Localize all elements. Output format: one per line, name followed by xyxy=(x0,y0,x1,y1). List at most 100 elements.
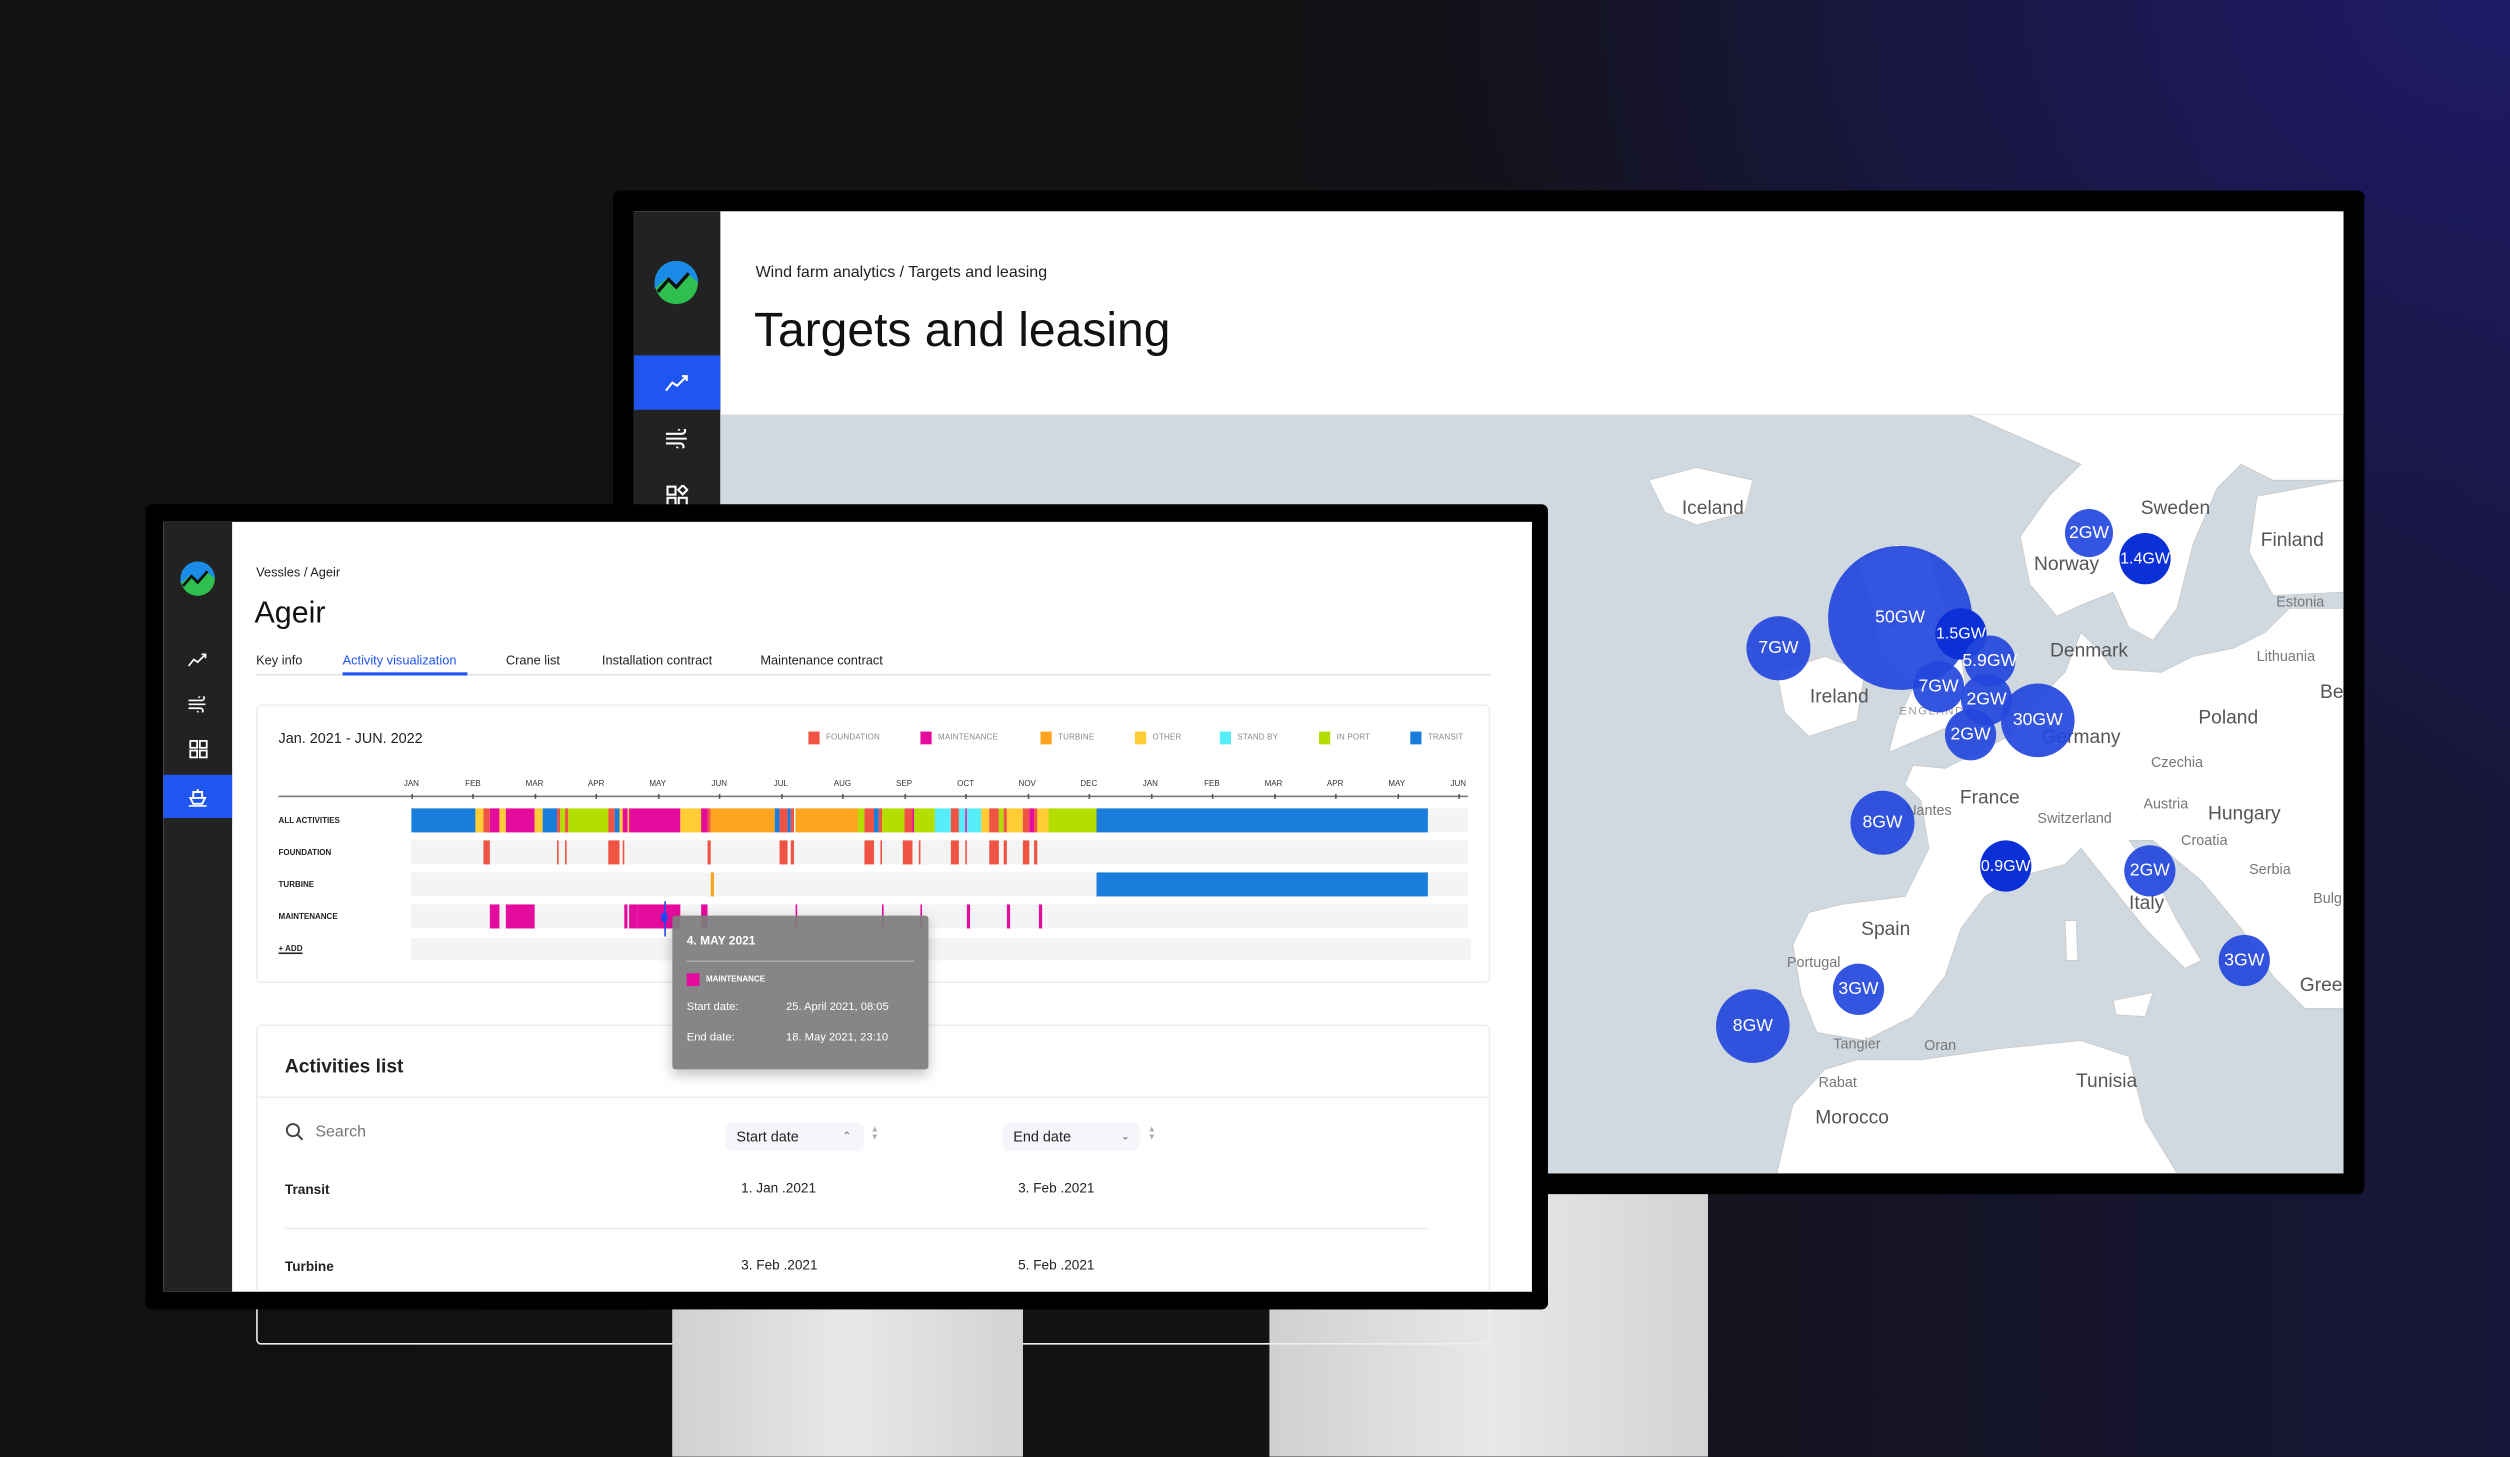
activity-bar-other[interactable] xyxy=(981,808,990,833)
activity-bar-turbine[interactable] xyxy=(794,808,859,833)
activity-bar-other[interactable] xyxy=(1007,808,1024,833)
activity-row-name[interactable]: Turbine xyxy=(285,1258,334,1274)
app-logo[interactable] xyxy=(653,259,699,305)
nav-analytics-icon[interactable] xyxy=(163,640,232,678)
nav-wind-icon[interactable] xyxy=(163,685,232,723)
activity-bar-turbine[interactable] xyxy=(711,872,714,897)
nav-vessel-icon[interactable] xyxy=(163,774,233,818)
activity-bar-foundation[interactable] xyxy=(564,840,567,865)
nav-wind-icon[interactable] xyxy=(634,413,720,464)
add-row-link[interactable]: + ADD xyxy=(279,944,303,954)
timeline-row-maintenance[interactable] xyxy=(411,904,1468,929)
activity-bar-foundation[interactable] xyxy=(880,840,883,865)
activity-bar-foundation[interactable] xyxy=(864,808,875,833)
capacity-bubble[interactable]: 2GW xyxy=(2064,509,2114,558)
search-input[interactable] xyxy=(312,1120,639,1145)
tab-maintenance-contract[interactable]: Maintenance contract xyxy=(760,653,882,667)
legend-item-foundation[interactable]: FOUNDATION xyxy=(808,731,880,745)
activity-bar-maintenance[interactable] xyxy=(490,904,500,929)
legend-item-standby[interactable]: STAND BY xyxy=(1219,731,1278,745)
activity-bar-foundation[interactable] xyxy=(1033,840,1038,865)
activity-bar-foundation[interactable] xyxy=(556,840,559,865)
app-logo[interactable] xyxy=(179,560,216,597)
start-date-sort-button[interactable]: Start date ⌃ xyxy=(725,1122,865,1151)
activity-bar-maintenance[interactable] xyxy=(490,808,500,833)
activity-bar-inport[interactable] xyxy=(568,808,609,833)
activity-bar-standby[interactable] xyxy=(934,808,952,833)
activity-bar-foundation[interactable] xyxy=(904,808,913,833)
activity-bar-maintenance[interactable] xyxy=(628,808,680,833)
breadcrumb[interactable]: Wind farm analytics / Targets and leasin… xyxy=(756,264,1048,282)
activity-bar-foundation[interactable] xyxy=(989,840,1000,865)
tab-crane-list[interactable]: Crane list xyxy=(506,653,560,667)
capacity-bubble[interactable]: 8GW xyxy=(1716,989,1790,1063)
timeline-cursor-handle[interactable] xyxy=(661,912,668,923)
activity-bar-foundation[interactable] xyxy=(902,840,913,865)
capacity-bubble[interactable]: 3GW xyxy=(2218,934,2270,987)
activity-bar-foundation[interactable] xyxy=(707,840,712,865)
legend-item-transit[interactable]: TRANSIT xyxy=(1410,731,1463,745)
activity-bar-foundation[interactable] xyxy=(1023,840,1030,865)
activity-bar-foundation[interactable] xyxy=(951,808,960,833)
capacity-bubble[interactable]: 2GW xyxy=(1944,709,1997,761)
activity-bar-transit[interactable] xyxy=(411,808,476,833)
end-date-sort-button[interactable]: End date ⌄ xyxy=(1002,1122,1140,1151)
capacity-bubble[interactable]: 7GW xyxy=(1746,616,1811,681)
activity-bar-inport[interactable] xyxy=(882,808,905,833)
activity-bar-maintenance[interactable] xyxy=(628,904,638,929)
activity-bar-other[interactable] xyxy=(534,808,543,833)
activity-bar-other[interactable] xyxy=(475,808,484,833)
activity-bar-foundation[interactable] xyxy=(918,840,921,865)
capacity-bubble[interactable]: 0.9GW xyxy=(1980,840,2032,892)
activity-bar-inport[interactable] xyxy=(1047,808,1097,833)
activity-bar-maintenance[interactable] xyxy=(1039,904,1042,929)
add-row-track[interactable] xyxy=(411,938,1472,961)
search-icon[interactable] xyxy=(285,1121,304,1150)
activity-bar-other[interactable] xyxy=(499,808,506,833)
sort-icon[interactable]: ▴ ▾ xyxy=(1149,1125,1154,1143)
capacity-bubble[interactable]: 8GW xyxy=(1850,790,1915,855)
activity-bar-foundation[interactable] xyxy=(951,840,960,865)
activity-bar-foundation[interactable] xyxy=(989,808,1000,833)
activity-bar-foundation[interactable] xyxy=(622,840,625,865)
activity-bar-other[interactable] xyxy=(1037,808,1048,833)
breadcrumb[interactable]: Vessles / Ageir xyxy=(256,565,340,579)
capacity-bubble[interactable]: 7GW xyxy=(1912,661,1965,713)
legend-item-turbine[interactable]: TURBINE xyxy=(1040,731,1095,745)
activity-row-name[interactable]: Transit xyxy=(285,1181,330,1197)
activity-bar-transit[interactable] xyxy=(542,808,557,833)
activity-bar-foundation[interactable] xyxy=(778,808,787,833)
tab-activity-visualization[interactable]: Activity visualization xyxy=(343,653,457,667)
timeline-row-foundation[interactable] xyxy=(411,840,1468,865)
activity-bar-standby[interactable] xyxy=(967,808,982,833)
sort-icon[interactable]: ▴ ▾ xyxy=(872,1125,877,1143)
activity-bar-maintenance[interactable] xyxy=(1007,904,1010,929)
tab-installation-contract[interactable]: Installation contract xyxy=(602,653,712,667)
activity-bar-transit[interactable] xyxy=(1096,872,1429,897)
activity-bar-foundation[interactable] xyxy=(483,840,491,865)
activity-bar-other[interactable] xyxy=(679,808,702,833)
capacity-bubble[interactable]: 1.4GW xyxy=(2119,533,2171,585)
capacity-bubble[interactable]: 30GW xyxy=(2000,683,2075,758)
activity-bar-foundation[interactable] xyxy=(790,840,795,865)
activity-bar-inport[interactable] xyxy=(914,808,935,833)
activity-bar-maintenance[interactable] xyxy=(505,904,535,929)
nav-analytics-icon[interactable] xyxy=(633,355,721,410)
activity-bar-maintenance[interactable] xyxy=(505,808,535,833)
activity-bar-maintenance[interactable] xyxy=(967,904,970,929)
legend-item-inport[interactable]: IN PORT xyxy=(1319,731,1370,745)
capacity-bubble[interactable]: 3GW xyxy=(1832,963,1885,1015)
tab-key-info[interactable]: Key info xyxy=(256,653,302,667)
timeline-row-all-activities[interactable] xyxy=(411,808,1468,833)
legend-item-maintenance[interactable]: MAINTENANCE xyxy=(920,731,998,745)
activity-bar-foundation[interactable] xyxy=(778,840,787,865)
activity-bar-maintenance[interactable] xyxy=(624,904,627,929)
nav-grid-icon[interactable] xyxy=(163,730,232,768)
activity-bar-foundation[interactable] xyxy=(1003,840,1008,865)
activity-bar-foundation[interactable] xyxy=(483,808,491,833)
timeline-row-turbine[interactable] xyxy=(411,872,1468,897)
activity-bar-foundation[interactable] xyxy=(608,840,619,865)
activity-bar-foundation[interactable] xyxy=(864,840,875,865)
activity-bar-turbine[interactable] xyxy=(711,808,775,833)
capacity-bubble[interactable]: 2GW xyxy=(2124,845,2176,897)
